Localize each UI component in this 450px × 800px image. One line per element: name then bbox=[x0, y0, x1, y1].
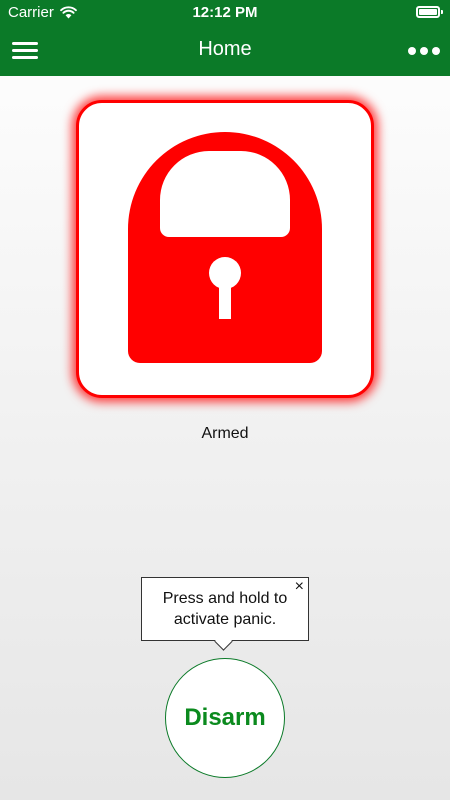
close-icon[interactable]: × bbox=[295, 579, 304, 595]
status-time: 12:12 PM bbox=[192, 4, 258, 21]
arm-status-label: Armed bbox=[201, 425, 249, 442]
page-title: Home bbox=[198, 38, 252, 60]
arm-status-card[interactable] bbox=[76, 100, 374, 398]
disarm-button[interactable]: Disarm bbox=[165, 658, 285, 778]
panic-tooltip: Press and hold to activate panic. × bbox=[141, 577, 309, 641]
padlock-locked-icon bbox=[128, 132, 322, 363]
tooltip-line-2: activate panic. bbox=[173, 611, 277, 628]
more-dots-icon[interactable] bbox=[408, 44, 440, 58]
tooltip-line-1: Press and hold to bbox=[162, 590, 288, 607]
status-bar: Carrier 12:12 PM bbox=[0, 0, 450, 26]
battery-full-icon bbox=[416, 6, 443, 18]
nav-bar: Home bbox=[0, 26, 450, 76]
